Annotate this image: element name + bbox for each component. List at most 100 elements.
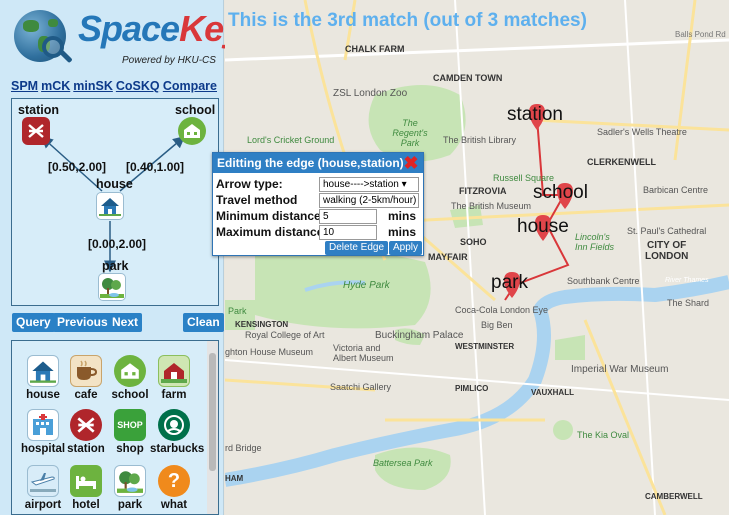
map-label: MAYFAIR	[428, 252, 468, 262]
map-label: ghton House Museum	[225, 347, 314, 357]
cafe-icon	[70, 355, 102, 387]
map-label: Battersea Park	[373, 458, 433, 468]
palette-item-station[interactable]: station	[62, 409, 110, 455]
query-graph-canvas[interactable]: station school [0.50,2.00] [0.40,1.00] h…	[11, 98, 219, 306]
max-distance-input[interactable]: 10	[319, 225, 377, 240]
map-label: CLERKENWELL	[587, 157, 656, 167]
map-label: Barbican Centre	[643, 185, 709, 195]
edge-label-house-school: [0.40,1.00]	[126, 160, 185, 174]
map-label: Big Ben	[481, 320, 513, 330]
close-icon[interactable]: ✖	[402, 154, 420, 172]
delete-edge-button[interactable]: Delete Edge	[325, 241, 389, 255]
park-icon[interactable]	[98, 273, 126, 301]
map-label: Victoria and Albert Museum	[333, 343, 394, 363]
dialog-title: Editting the edge (house,station)	[213, 153, 423, 173]
palette-label: park	[117, 499, 143, 511]
graph-node-label-park: park	[102, 259, 129, 273]
map-label: rd Bridge	[225, 443, 262, 453]
palette-label: airport	[24, 499, 62, 511]
palette-label: farm	[161, 389, 187, 401]
clean-button[interactable]: Clean	[183, 313, 224, 332]
palette-item-house[interactable]: house	[19, 355, 67, 401]
map-label: VAUXHALL	[531, 388, 574, 397]
map-label: HAM	[225, 474, 244, 483]
palette-label: station	[67, 443, 105, 455]
hotel-icon	[70, 465, 102, 497]
house-icon	[27, 355, 59, 387]
palette-item-farm[interactable]: farm	[150, 355, 198, 401]
query-button[interactable]: Query	[12, 313, 55, 332]
airport-icon	[27, 465, 59, 497]
chevron-down-icon: ▾	[401, 179, 407, 190]
map-label: The Shard	[667, 298, 710, 308]
question-icon: ?	[158, 465, 190, 497]
map-label: Southbank Centre	[567, 276, 640, 286]
palette-item-shop[interactable]: SHOP shop	[106, 409, 154, 455]
algo-link-spm[interactable]: SPM	[11, 79, 38, 93]
edit-edge-dialog: Editting the edge (house,station) ✖ Arro…	[212, 152, 424, 256]
park-icon	[114, 465, 146, 497]
palette-label: what	[160, 499, 188, 511]
map-label: CAMDEN TOWN	[433, 73, 503, 83]
palette-label: shop	[116, 443, 144, 455]
school-icon[interactable]	[178, 117, 206, 145]
arrow-type-label: Arrow type:	[216, 177, 283, 191]
compare-link[interactable]: Compare	[163, 79, 217, 93]
min-distance-input[interactable]: 5	[319, 209, 377, 224]
shop-icon: SHOP	[114, 409, 146, 441]
algo-link-coskq[interactable]: CoSKQ	[116, 79, 160, 93]
palette-scroll-thumb[interactable]	[209, 353, 216, 471]
min-distance-unit: mins	[388, 209, 417, 223]
max-distance-unit: mins	[388, 225, 417, 239]
map-label: Balls Pond Rd	[675, 30, 726, 39]
palette-item-hotel[interactable]: hotel	[62, 465, 110, 511]
arrow-type-select[interactable]: house---->station ▾	[319, 177, 419, 192]
map-pin-label-school: school	[533, 182, 588, 203]
map-label: PIMLICO	[455, 384, 489, 393]
map-view[interactable]: CHALK FARM CAMDEN TOWN ZSL London Zoo Th…	[225, 0, 729, 515]
previous-button[interactable]: Previous	[53, 313, 112, 332]
algorithm-links: SPM mCK minSK CoSKQ Compare	[11, 79, 217, 93]
next-button[interactable]: Next	[108, 313, 143, 332]
map-label: Royal College of Art	[245, 330, 325, 340]
map-label: CAMBERWELL	[645, 492, 703, 501]
apply-button[interactable]: Apply	[389, 241, 423, 255]
left-panel: SpaceKey Powered by HKU-CS SPM mCK minSK Co…	[0, 0, 243, 515]
palette-item-hospital[interactable]: hospital	[19, 409, 67, 455]
graph-node-label-school: school	[175, 103, 216, 117]
palette-item-school[interactable]: school	[106, 355, 154, 401]
map-label: Coca-Cola London Eye	[455, 305, 549, 315]
station-icon[interactable]	[22, 117, 50, 145]
logo-title: SpaceKey	[78, 8, 243, 49]
palette-item-park[interactable]: park	[106, 465, 154, 511]
travel-method-label: Travel method	[216, 193, 298, 207]
palette-label: starbucks	[150, 443, 205, 455]
palette-item-what[interactable]: ? what	[150, 465, 198, 511]
palette-item-starbucks[interactable]: starbucks	[150, 409, 205, 455]
algo-link-mck[interactable]: mCK	[41, 79, 70, 93]
palette-scrollbar[interactable]	[207, 341, 218, 514]
edge-label-house-park: [0.00,2.00]	[88, 237, 147, 251]
map-pin-label-house: house	[517, 216, 569, 237]
map-label: Park	[228, 306, 247, 316]
station-icon	[70, 409, 102, 441]
map-label: The Kia Oval	[577, 430, 630, 440]
graph-node-label-house: house	[96, 177, 133, 191]
keyword-palette: house cafe school farm hospital station …	[11, 340, 219, 515]
map-label: CHALK FARM	[345, 44, 405, 54]
palette-item-airport[interactable]: airport	[19, 465, 67, 511]
palette-item-cafe[interactable]: cafe	[62, 355, 110, 401]
starbucks-icon	[158, 409, 190, 441]
palette-label: house	[26, 389, 60, 401]
logo-subtitle: Powered by HKU-CS	[122, 55, 216, 66]
match-title: This is the 3rd match (out of 3 matches)	[228, 10, 587, 31]
farm-icon	[158, 355, 190, 387]
palette-label: cafe	[74, 389, 98, 401]
map-label: SOHO	[460, 237, 487, 247]
spacekey-logo: SpaceKey Powered by HKU-CS	[12, 6, 243, 72]
house-icon[interactable]	[96, 192, 124, 220]
algo-link-minsk[interactable]: minSK	[73, 79, 113, 93]
map-label: The Regent's Park	[392, 118, 428, 148]
map-label: Lincoln's Inn Fields	[575, 232, 615, 252]
travel-method-select[interactable]: walking (2-5km/hour) ▾	[319, 193, 419, 208]
